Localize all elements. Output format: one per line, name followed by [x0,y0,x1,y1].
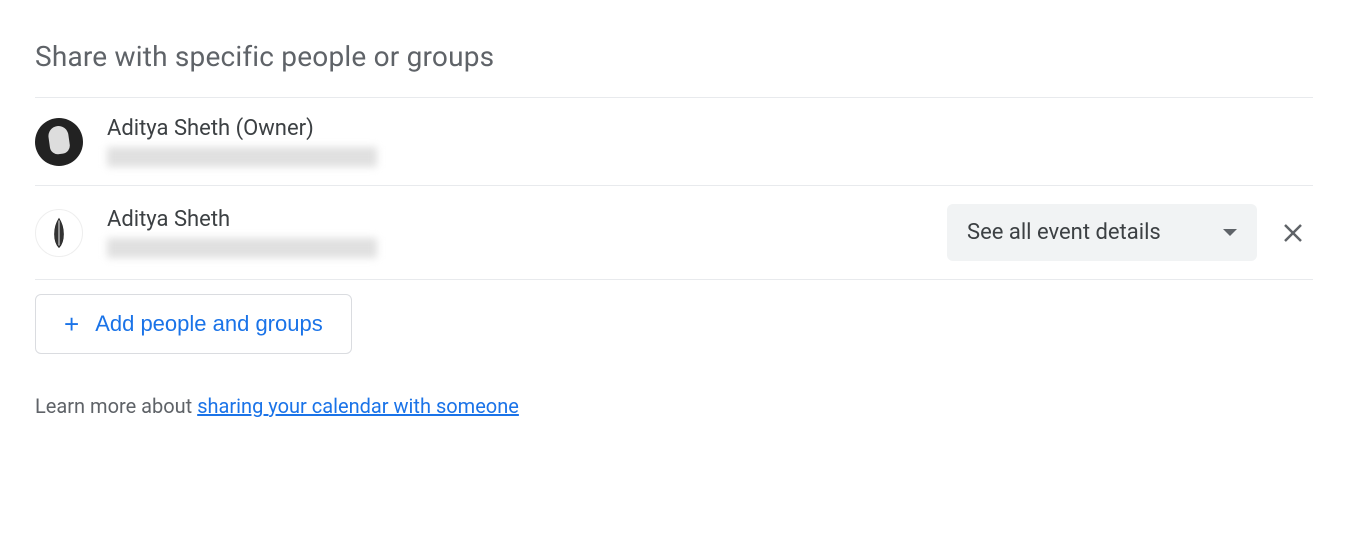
person-row-owner: Aditya Sheth (Owner) [35,98,1313,185]
remove-person-button[interactable] [1273,213,1313,253]
person-email-redacted [107,238,377,258]
person-info: Aditya Sheth (Owner) [107,116,1313,167]
avatar [35,209,83,257]
section-title: Share with specific people or groups [35,40,1313,73]
person-name: Aditya Sheth [107,207,923,232]
person-email-redacted [107,147,377,167]
avatar [35,118,83,166]
add-people-button[interactable]: + Add people and groups [35,294,352,354]
permission-select[interactable]: See all event details [947,204,1257,261]
learn-more-text: Learn more about sharing your calendar w… [35,394,1313,418]
person-name: Aditya Sheth (Owner) [107,116,1313,141]
plus-icon: + [64,311,79,337]
permission-label: See all event details [967,220,1161,245]
add-button-label: Add people and groups [95,311,323,337]
divider [35,279,1313,280]
chevron-down-icon [1223,229,1237,236]
close-icon [1281,221,1305,245]
person-row: Aditya Sheth See all event details [35,186,1313,279]
person-info: Aditya Sheth [107,207,923,258]
learn-more-prefix: Learn more about [35,394,197,418]
learn-more-link[interactable]: sharing your calendar with someone [197,394,519,418]
